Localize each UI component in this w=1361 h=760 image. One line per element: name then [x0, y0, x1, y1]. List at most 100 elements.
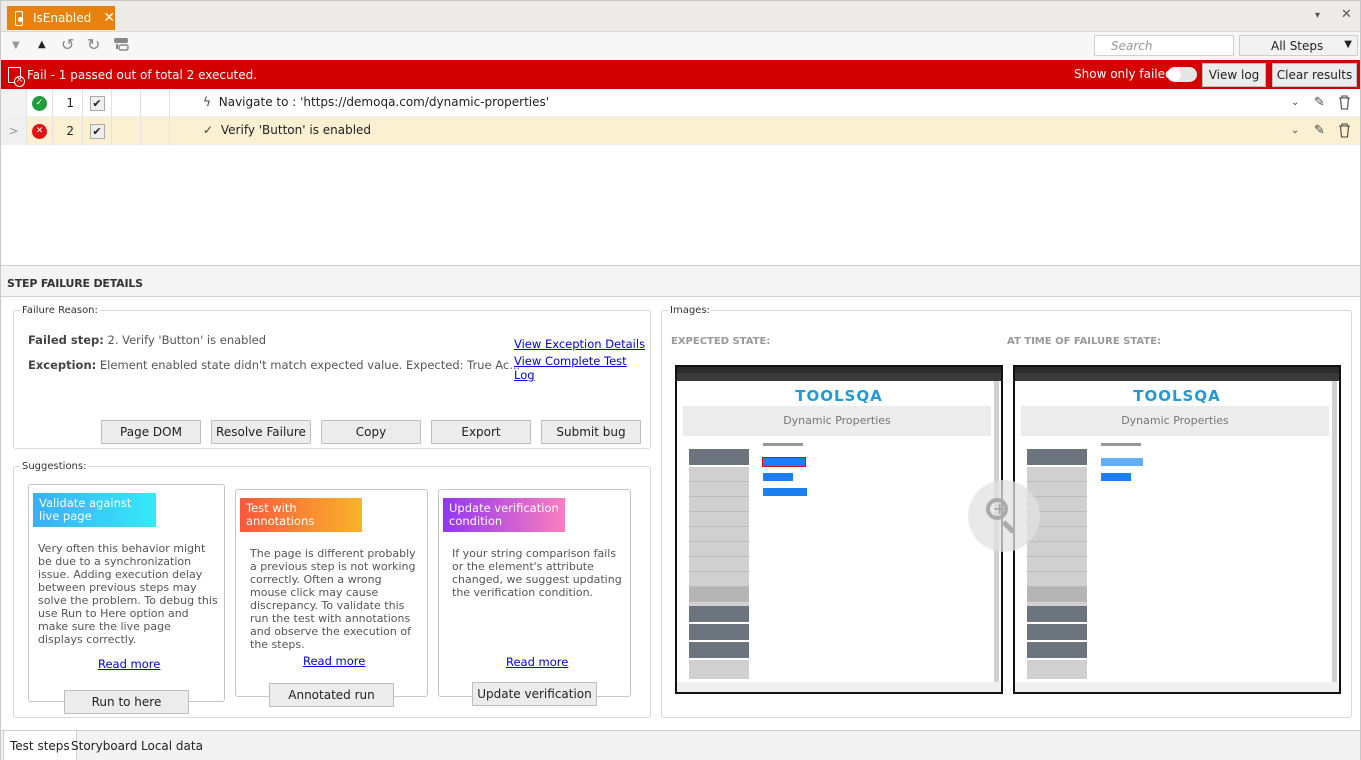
failure-state-label: AT TIME OF FAILURE STATE:: [1007, 336, 1162, 347]
status-text: Fail - 1 passed out of total 2 executed.: [27, 67, 258, 82]
test-steps-grid: ✓ 1 ✔ ϟ Navigate to : 'https://demoqa.co…: [1, 89, 1360, 145]
suggestion-title: Validate against live page: [33, 493, 156, 527]
step-number: 1: [53, 89, 83, 117]
failed-status-icon: ✕: [32, 123, 47, 139]
edit-pencil-icon[interactable]: ✎: [1314, 95, 1325, 110]
update-verification-button[interactable]: Update verification: [472, 682, 597, 706]
close-tab-icon[interactable]: ✕: [103, 10, 115, 26]
exception-value: Element enabled state didn't match expec…: [99, 358, 521, 372]
expected-state-screenshot[interactable]: TOOLSQA Dynamic Properties: [675, 365, 1003, 694]
row-expand-chevron-icon[interactable]: >: [1, 117, 27, 145]
page-dom-button[interactable]: Page DOM: [101, 420, 201, 444]
exception-label: Exception:: [28, 358, 97, 372]
step-row[interactable]: ✓ 1 ✔ ϟ Navigate to : 'https://demoqa.co…: [1, 89, 1360, 117]
images-legend: Images:: [670, 305, 710, 316]
site-sidebar: [1027, 449, 1087, 679]
recorder-icon[interactable]: [113, 36, 129, 56]
expand-step-chevron-icon[interactable]: ⌄: [1291, 97, 1299, 108]
move-down-icon[interactable]: ▼: [12, 40, 20, 51]
step-row[interactable]: > ✕ 2 ✔ ✓ Verify 'Button' is enabled ⌄ ✎: [1, 117, 1360, 145]
suggestion-card-validate: Validate against live page Very often th…: [28, 484, 225, 702]
tab-storyboard[interactable]: Storyboard: [65, 731, 143, 760]
window-menu-icon[interactable]: ▾: [1315, 10, 1320, 21]
expected-state-label: EXPECTED STATE:: [671, 336, 771, 347]
view-complete-test-log-link[interactable]: View Complete Test Log: [514, 354, 650, 382]
section-title: STEP FAILURE DETAILS: [7, 277, 143, 290]
bottom-tab-bar: Test steps Storyboard Local data: [1, 730, 1360, 760]
move-up-icon[interactable]: ▲: [38, 39, 46, 50]
toolsqa-logo: TOOLSQA: [795, 387, 883, 405]
suggestion-body: If your string comparison fails or the e…: [452, 547, 622, 599]
suggestion-title: Test with annotations: [240, 498, 362, 532]
steps-filter-value: All Steps: [1271, 39, 1324, 53]
suggestion-body: Very often this behavior might be due to…: [38, 542, 218, 646]
test-editor-window: IsEnabled ✕ ▾ ✕ ▼ ▲ ↺ ↻ Search All Steps…: [0, 0, 1361, 760]
show-only-failed-label: Show only failed: [1074, 67, 1173, 81]
step-column: [141, 89, 170, 117]
failure-reason-group: Failure Reason: Failed step: 2. Verify '…: [13, 305, 651, 449]
step-enabled-checkbox[interactable]: ✔: [89, 123, 105, 139]
close-window-icon[interactable]: ✕: [1341, 7, 1352, 22]
submit-bug-button[interactable]: Submit bug: [541, 420, 641, 444]
suggestion-card-update-verification: Update verification condition If your st…: [438, 489, 631, 697]
failed-step-value: 2. Verify 'Button' is enabled: [107, 333, 267, 347]
row-expand-cell: [1, 89, 27, 117]
step-description[interactable]: Verify 'Button' is enabled: [221, 123, 371, 137]
annotated-run-button[interactable]: Annotated run: [269, 683, 394, 707]
enable-after-button: [762, 457, 806, 467]
read-more-link[interactable]: Read more: [506, 655, 568, 669]
suggestion-body: The page is different probably a previou…: [250, 547, 416, 651]
dropdown-caret-icon: ▼: [1344, 39, 1352, 50]
disabled-button: [1101, 458, 1143, 466]
test-file-icon: [15, 10, 23, 26]
page-heading: Dynamic Properties: [683, 406, 991, 436]
delete-trash-icon[interactable]: [1338, 95, 1351, 114]
search-input[interactable]: Search: [1094, 35, 1234, 56]
step-number: 2: [53, 117, 83, 145]
tab-local-data[interactable]: Local data: [135, 731, 209, 760]
read-more-link[interactable]: Read more: [303, 654, 365, 668]
read-more-link[interactable]: Read more: [98, 657, 160, 671]
delete-trash-icon[interactable]: [1338, 123, 1351, 142]
expand-step-chevron-icon[interactable]: ⌄: [1291, 125, 1299, 136]
suggestions-legend: Suggestions:: [22, 461, 87, 472]
step-description[interactable]: Navigate to : 'https://demoqa.com/dynami…: [219, 95, 549, 109]
tab-title: IsEnabled: [32, 11, 92, 25]
passed-status-icon: ✓: [32, 95, 47, 111]
steps-filter-select[interactable]: All Steps ▼: [1239, 35, 1358, 56]
toolbar: ▼ ▲ ↺ ↻ Search All Steps ▼: [1, 32, 1360, 60]
tab-isenabled[interactable]: IsEnabled ✕: [7, 6, 115, 30]
step-enabled-checkbox[interactable]: ✔: [89, 95, 105, 111]
failure-reason-legend: Failure Reason:: [22, 305, 98, 316]
clear-results-button[interactable]: Clear results: [1272, 63, 1357, 87]
page-heading: Dynamic Properties: [1021, 406, 1329, 436]
toolsqa-logo: TOOLSQA: [1133, 387, 1221, 405]
show-only-failed-toggle[interactable]: [1167, 67, 1197, 82]
checkmark-icon: ✓: [203, 123, 214, 137]
resolve-failure-button[interactable]: Resolve Failure: [211, 420, 311, 444]
failed-step-label: Failed step:: [28, 333, 104, 347]
step-failure-details-header: STEP FAILURE DETAILS: [1, 265, 1360, 297]
suggestion-card-annotations: Test with annotations The page is differ…: [235, 489, 428, 697]
suggestions-group: Suggestions: Validate against live page …: [13, 461, 651, 718]
failed-step-line: Failed step: 2. Verify 'Button' is enabl…: [28, 333, 266, 347]
step-column: [141, 117, 170, 145]
view-log-button[interactable]: View log: [1202, 63, 1266, 87]
failure-details-panel: Failure Reason: Failed step: 2. Verify '…: [1, 297, 1360, 730]
site-sidebar: [689, 449, 749, 679]
copy-button[interactable]: Copy: [321, 420, 421, 444]
suggestion-title: Update verification condition: [443, 498, 565, 532]
failure-state-screenshot[interactable]: TOOLSQA Dynamic Properties: [1013, 365, 1341, 694]
redo-icon[interactable]: ↻: [87, 35, 100, 54]
export-button[interactable]: Export: [431, 420, 531, 444]
edit-pencil-icon[interactable]: ✎: [1314, 123, 1325, 138]
zoom-in-magnifier-icon[interactable]: +: [968, 480, 1040, 552]
exception-line: Exception: Element enabled state didn't …: [28, 358, 520, 372]
run-to-here-button[interactable]: Run to here: [64, 690, 189, 714]
tab-strip: IsEnabled ✕ ▾ ✕: [1, 1, 1360, 32]
view-exception-details-link[interactable]: View Exception Details: [514, 337, 645, 351]
lightning-icon: ϟ: [203, 95, 211, 109]
failed-file-icon: [8, 66, 25, 87]
step-column: [112, 117, 141, 145]
undo-icon[interactable]: ↺: [61, 35, 74, 54]
